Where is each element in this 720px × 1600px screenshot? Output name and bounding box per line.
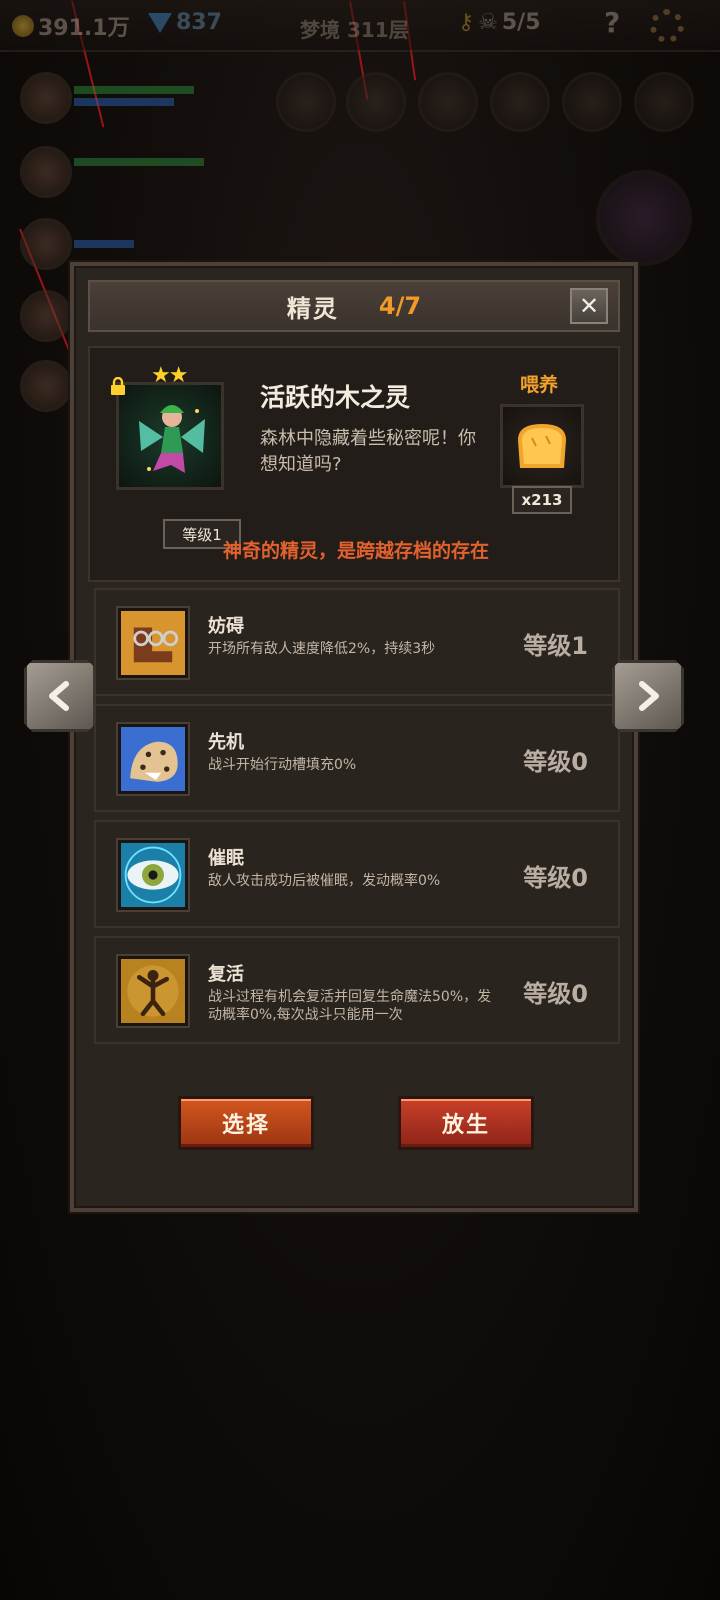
- hero-portrait[interactable]: [20, 290, 72, 342]
- select-button[interactable]: 选择: [178, 1096, 314, 1150]
- skill-level: 等级0: [523, 864, 588, 892]
- equip-slot-horn[interactable]: [562, 72, 622, 132]
- settings-gear-icon[interactable]: [650, 9, 684, 43]
- spirit-portrait[interactable]: ★★ 等级1: [111, 363, 241, 549]
- diamond-icon: [148, 12, 172, 33]
- hp-bar: [74, 86, 194, 94]
- chain-boot-icon: [118, 608, 188, 678]
- spirit-tagline: 神奇的精灵，是跨越存档的存在: [222, 540, 489, 562]
- bread-icon: [518, 424, 566, 468]
- skill-row[interactable]: 复活 战斗过程有机会复活并回复生命魔法50%，发动概率0%,每次战斗只能用一次 …: [94, 936, 620, 1044]
- equip-slot-bell[interactable]: [418, 72, 478, 132]
- previous-spirit-button[interactable]: [24, 660, 96, 732]
- feed-label: 喂养: [520, 374, 559, 396]
- skill-name: 妨碍: [208, 616, 244, 637]
- skill-level: 等级0: [523, 748, 588, 776]
- dialog-header: 精灵 4/7 ✕: [88, 280, 620, 332]
- eye-icon: [118, 840, 188, 910]
- gold-coin-icon: [12, 15, 34, 37]
- skill-name: 复活: [208, 964, 244, 985]
- skill-row[interactable]: 妨碍 开场所有敌人速度降低2%，持续3秒 等级1: [94, 588, 620, 696]
- key-icon: ⚷: [458, 10, 475, 35]
- feed-button[interactable]: [500, 404, 584, 488]
- leopard-icon: [118, 724, 188, 794]
- skill-description: 敌人攻击成功后被催眠，发动概率0%: [208, 873, 441, 889]
- equip-slot-feather[interactable]: [634, 72, 694, 132]
- hero-portrait[interactable]: [20, 72, 72, 124]
- revive-figure-icon: [118, 956, 188, 1026]
- skill-description: 开场所有敌人速度降低2%，持续3秒: [208, 641, 436, 657]
- equip-slot-empty[interactable]: [490, 72, 550, 132]
- enemy-portrait: [596, 170, 692, 266]
- skill-name: 催眠: [208, 848, 244, 869]
- hp-bar: [74, 158, 204, 166]
- dialog-title: 精灵: [286, 294, 339, 323]
- close-button[interactable]: ✕: [570, 288, 608, 324]
- gold-counter: 391.1万: [12, 10, 130, 42]
- hero-portrait[interactable]: [20, 218, 72, 270]
- mp-bar: [74, 240, 134, 248]
- wood-spirit-fairy-icon: [139, 405, 205, 473]
- spirit-description: 森林中隐藏着些秘密呢！你想知道吗?: [260, 428, 476, 475]
- close-icon: ✕: [578, 292, 600, 320]
- food-count: x213: [512, 486, 572, 514]
- spirit-name: 活跃的木之灵: [260, 383, 411, 412]
- key-counter: ⚷ ☠ 5/5: [458, 10, 541, 35]
- floor-label: 梦境 311层: [300, 18, 409, 42]
- skill-row[interactable]: 催眠 敌人攻击成功后被催眠，发动概率0% 等级0: [94, 820, 620, 928]
- mp-bar: [74, 98, 174, 106]
- gem-counter: 837: [148, 10, 222, 35]
- hero-portrait[interactable]: [20, 146, 72, 198]
- rarity-stars: ★★: [151, 363, 188, 388]
- equip-slot-pouch[interactable]: [276, 72, 336, 132]
- skill-description: 战斗过程有机会复活并回复生命魔法50%，发动概率0%,每次战斗只能用一次: [208, 989, 492, 1023]
- chevron-left-icon: [49, 681, 69, 711]
- skill-level: 等级1: [523, 632, 588, 660]
- spirit-info-panel: ★★ 等级1 活跃的木之灵 森林中隐藏着些秘密呢！你想知道吗? 喂养 x213 …: [88, 346, 620, 582]
- spirit-page-counter: 4/7: [378, 292, 422, 320]
- skill-row[interactable]: 先机 战斗开始行动槽填充0% 等级0: [94, 704, 620, 812]
- lock-icon[interactable]: [109, 377, 127, 395]
- equip-slot-scroll[interactable]: [346, 72, 406, 132]
- skill-name: 先机: [208, 732, 244, 753]
- skull-icon: ☠: [478, 10, 498, 35]
- resource-bar: 391.1万 837 梦境 311层 ⚷ ☠ 5/5 ?: [0, 0, 720, 52]
- skill-description: 战斗开始行动槽填充0%: [208, 757, 357, 773]
- chevron-right-icon: [639, 681, 659, 711]
- help-button[interactable]: ?: [604, 6, 620, 39]
- hero-portrait[interactable]: [20, 360, 72, 412]
- skill-level: 等级0: [523, 980, 588, 1008]
- next-spirit-button[interactable]: [612, 660, 684, 732]
- release-button[interactable]: 放生: [398, 1096, 534, 1150]
- spirit-dialog: 精灵 4/7 ✕ ★★ 等级1 活跃的木之灵 森林中隐藏着些秘密呢！你想知道吗?…: [70, 262, 638, 1212]
